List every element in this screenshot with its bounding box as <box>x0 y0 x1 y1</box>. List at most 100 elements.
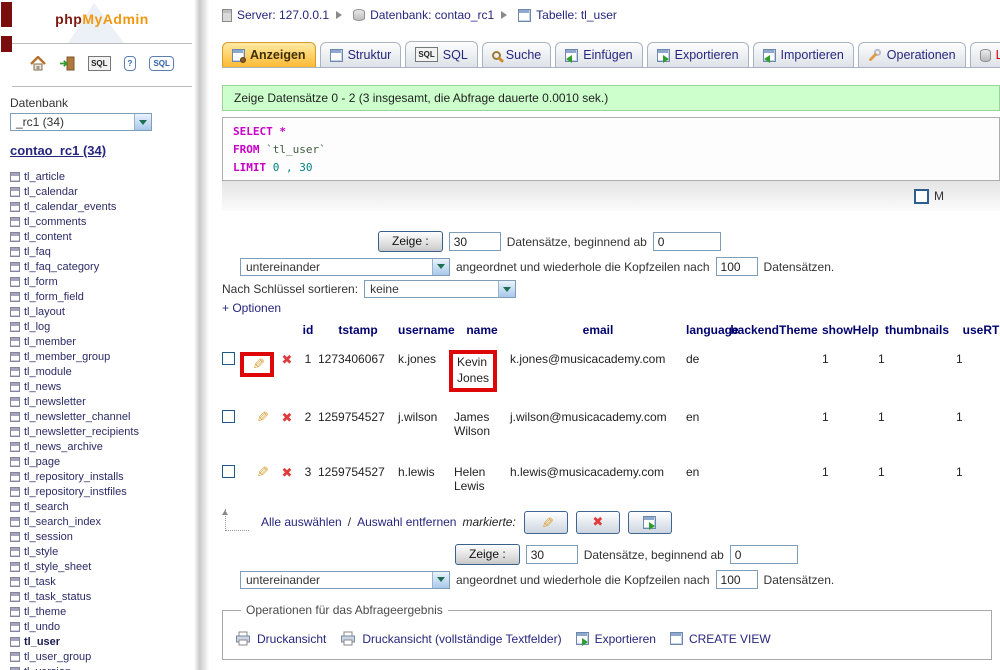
sidebar-table-item[interactable]: tl_module <box>10 364 194 379</box>
sidebar-table-item[interactable]: tl_faq <box>10 244 194 259</box>
create-view-link[interactable]: CREATE VIEW <box>670 632 771 646</box>
sidebar-table-item[interactable]: tl_search_index <box>10 514 194 529</box>
edit-pencil-icon[interactable] <box>254 465 267 478</box>
print-view-link[interactable]: Druckansicht <box>235 631 326 646</box>
delete-x-icon[interactable] <box>282 465 293 480</box>
sidebar-table-item[interactable]: tl_style_sheet <box>10 559 194 574</box>
sidebar-table-item[interactable]: tl_member_group <box>10 349 194 364</box>
sidebar-table-item[interactable]: tl_undo <box>10 619 194 634</box>
logout-icon[interactable] <box>59 56 75 71</box>
sql-window-icon[interactable]: SQL <box>88 56 110 71</box>
edit-pencil-icon[interactable] <box>250 357 263 370</box>
deselect-all-link[interactable]: Auswahl entfernen <box>357 515 456 529</box>
breadcrumb-server[interactable]: Server: 127.0.0.1 <box>222 8 329 22</box>
display-mode-select[interactable]: untereinander <box>240 571 450 589</box>
sidebar-table-item[interactable]: tl_user_group <box>10 649 194 664</box>
edit-pencil-icon[interactable] <box>254 410 267 423</box>
options-toggle-link[interactable]: + Optionen <box>222 301 281 315</box>
show-button[interactable]: Zeige : <box>378 231 443 252</box>
start-row-input[interactable] <box>653 232 721 251</box>
sidebar-table-item[interactable]: tl_search <box>10 499 194 514</box>
row-checkbox[interactable] <box>222 465 235 478</box>
tab-exportieren[interactable]: Exportieren <box>647 42 749 67</box>
sidebar-table-item[interactable]: tl_task_status <box>10 589 194 604</box>
col-header-tstamp[interactable]: tstamp <box>318 320 398 345</box>
sidebar-table-item[interactable]: tl_content <box>10 229 194 244</box>
col-header-id[interactable]: id <box>298 320 318 345</box>
home-icon[interactable] <box>30 56 46 71</box>
tab-importieren[interactable]: Importieren <box>753 42 854 67</box>
sidebar-table-item[interactable]: tl_newsletter_recipients <box>10 424 194 439</box>
sidebar-table-item[interactable]: tl_task <box>10 574 194 589</box>
select-all-link[interactable]: Alle auswählen <box>261 515 342 529</box>
chevron-down-icon[interactable] <box>432 259 449 275</box>
tab-operationen[interactable]: Operationen <box>858 42 966 67</box>
sidebar-table-item[interactable]: tl_newsletter_channel <box>10 409 194 424</box>
sort-key-select[interactable]: keine <box>364 280 516 298</box>
export-selected-button[interactable] <box>628 511 672 534</box>
show-button[interactable]: Zeige : <box>455 544 520 565</box>
col-header-useRTE[interactable]: useRTE <box>956 320 1000 345</box>
sidebar-table-item[interactable]: tl_log <box>10 319 194 334</box>
sidebar-table-item[interactable]: tl_faq_category <box>10 259 194 274</box>
col-header-backendTheme[interactable]: backendTheme <box>726 320 822 345</box>
tab-anzeigen[interactable]: Anzeigen <box>222 42 316 67</box>
sidebar-table-item[interactable]: tl_form <box>10 274 194 289</box>
sidebar-table-item[interactable]: tl_comments <box>10 214 194 229</box>
tab-einfuegen[interactable]: Einfügen <box>555 42 642 67</box>
database-link[interactable]: contao_rc1 (34) <box>10 143 106 158</box>
display-mode-select[interactable]: untereinander <box>240 258 450 276</box>
tab-sql[interactable]: SQL SQL <box>405 41 477 67</box>
edit-selected-button[interactable] <box>524 511 568 534</box>
breadcrumb-database[interactable]: Datenbank: contao_rc1 <box>353 8 494 22</box>
sidebar-table-item[interactable]: tl_news <box>10 379 194 394</box>
col-header-showHelp[interactable]: showHelp <box>822 320 878 345</box>
export-link[interactable]: Exportieren <box>576 632 656 646</box>
tab-suche[interactable]: Suche <box>482 42 551 67</box>
tab-leeren[interactable]: Leeren <box>970 42 1000 67</box>
sidebar-table-item[interactable]: tl_style <box>10 544 194 559</box>
delete-x-icon[interactable] <box>282 410 293 425</box>
sql-docs-icon[interactable]: SQL <box>149 56 173 71</box>
chevron-down-icon[interactable] <box>134 114 151 130</box>
page-size-input[interactable] <box>526 545 578 564</box>
tab-struktur[interactable]: Struktur <box>320 42 402 67</box>
sidebar-table-item[interactable]: tl_repository_instfiles <box>10 484 194 499</box>
phpmyadmin-logo[interactable]: phpMyAdmin <box>10 11 194 37</box>
breadcrumb-table[interactable]: Tabelle: tl_user <box>518 8 617 22</box>
sidebar-table-item[interactable]: tl_user <box>10 634 194 649</box>
sidebar-table-item[interactable]: tl_calendar_events <box>10 199 194 214</box>
chevron-down-icon[interactable] <box>432 572 449 588</box>
sidebar-table-item[interactable]: tl_version <box>10 664 194 670</box>
col-header-username[interactable]: username <box>398 320 454 345</box>
database-select[interactable]: _rc1 (34) <box>10 113 152 131</box>
sidebar-table-item[interactable]: tl_session <box>10 529 194 544</box>
sidebar-table-item[interactable]: tl_repository_installs <box>10 469 194 484</box>
print-view-fulltext-link[interactable]: Druckansicht (vollständige Textfelder) <box>340 631 561 646</box>
repeat-headers-input[interactable] <box>716 257 758 276</box>
sidebar-table-item[interactable]: tl_page <box>10 454 194 469</box>
sidebar-table-item[interactable]: tl_theme <box>10 604 194 619</box>
page-size-input[interactable] <box>449 232 501 251</box>
sidebar-table-item[interactable]: tl_newsletter <box>10 394 194 409</box>
help-icon[interactable]: ? <box>124 56 137 71</box>
row-checkbox[interactable] <box>222 352 235 365</box>
col-header-name[interactable]: name <box>454 320 510 345</box>
repeat-headers-input[interactable] <box>716 570 758 589</box>
table-row: 2 1259754527 j.wilson JamesWilson j.wils… <box>222 403 1000 458</box>
col-header-thumbnails[interactable]: thumbnails <box>878 320 956 345</box>
row-checkbox[interactable] <box>222 410 235 423</box>
delete-selected-button[interactable] <box>576 511 620 534</box>
sidebar-table-item[interactable]: tl_news_archive <box>10 439 194 454</box>
start-row-input[interactable] <box>730 545 798 564</box>
delete-x-icon[interactable] <box>282 352 293 367</box>
sidebar-table-item[interactable]: tl_layout <box>10 304 194 319</box>
col-header-language[interactable]: language <box>686 320 726 345</box>
sidebar-table-item[interactable]: tl_article <box>10 169 194 184</box>
col-header-email[interactable]: email <box>510 320 686 345</box>
chevron-down-icon[interactable] <box>498 281 515 297</box>
sidebar-table-item[interactable]: tl_form_field <box>10 289 194 304</box>
sidebar-table-item[interactable]: tl_member <box>10 334 194 349</box>
sidebar-table-item[interactable]: tl_calendar <box>10 184 194 199</box>
profiling-checkbox[interactable] <box>914 189 929 204</box>
